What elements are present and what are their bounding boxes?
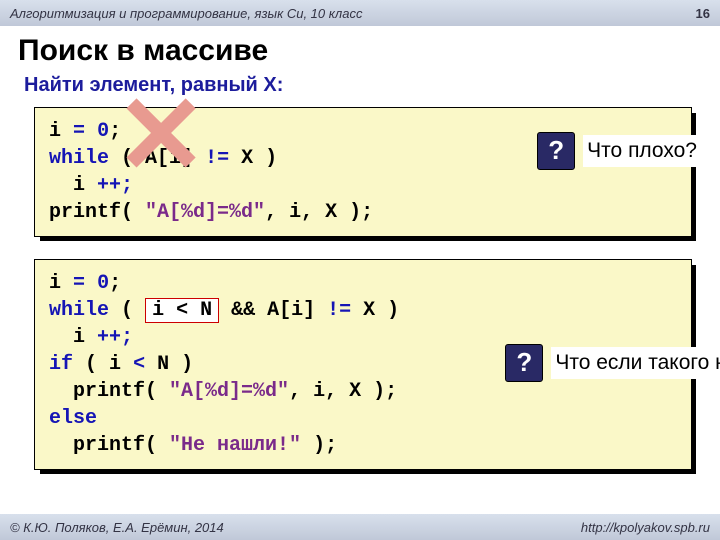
footer-link: http://kpolyakov.spb.ru: [581, 520, 710, 535]
question-icon: ?: [537, 132, 575, 170]
top-bar: Алгоритмизация и программирование, язык …: [0, 0, 720, 26]
highlight-condition: i < N: [145, 298, 219, 323]
copyright-text: © К.Ю. Поляков, Е.А. Ерёмин, 2014: [10, 520, 224, 535]
slide-content: Поиск в массиве Найти элемент, равный X:…: [0, 26, 720, 470]
code-block-2: i = 0; while ( i < N && A[i] != X ) i ++…: [34, 259, 692, 470]
slide-title: Поиск в массиве: [18, 34, 702, 68]
course-title: Алгоритмизация и программирование, язык …: [10, 6, 362, 21]
footer-bar: © К.Ю. Поляков, Е.А. Ерёмин, 2014 http:/…: [0, 514, 720, 540]
question-icon: ?: [505, 344, 543, 382]
callout-1: ? Что плохо?: [537, 132, 701, 170]
code-block-1: ✕ i = 0; while ( A[i] != X ) i ++; print…: [34, 107, 692, 237]
page-number: 16: [696, 6, 710, 21]
task-text: Найти элемент, равный X:: [18, 74, 702, 97]
callout-1-text: Что плохо?: [583, 135, 701, 167]
callout-2: ? Что если такого нет?: [505, 344, 720, 382]
callout-2-text: Что если такого нет?: [551, 347, 720, 379]
